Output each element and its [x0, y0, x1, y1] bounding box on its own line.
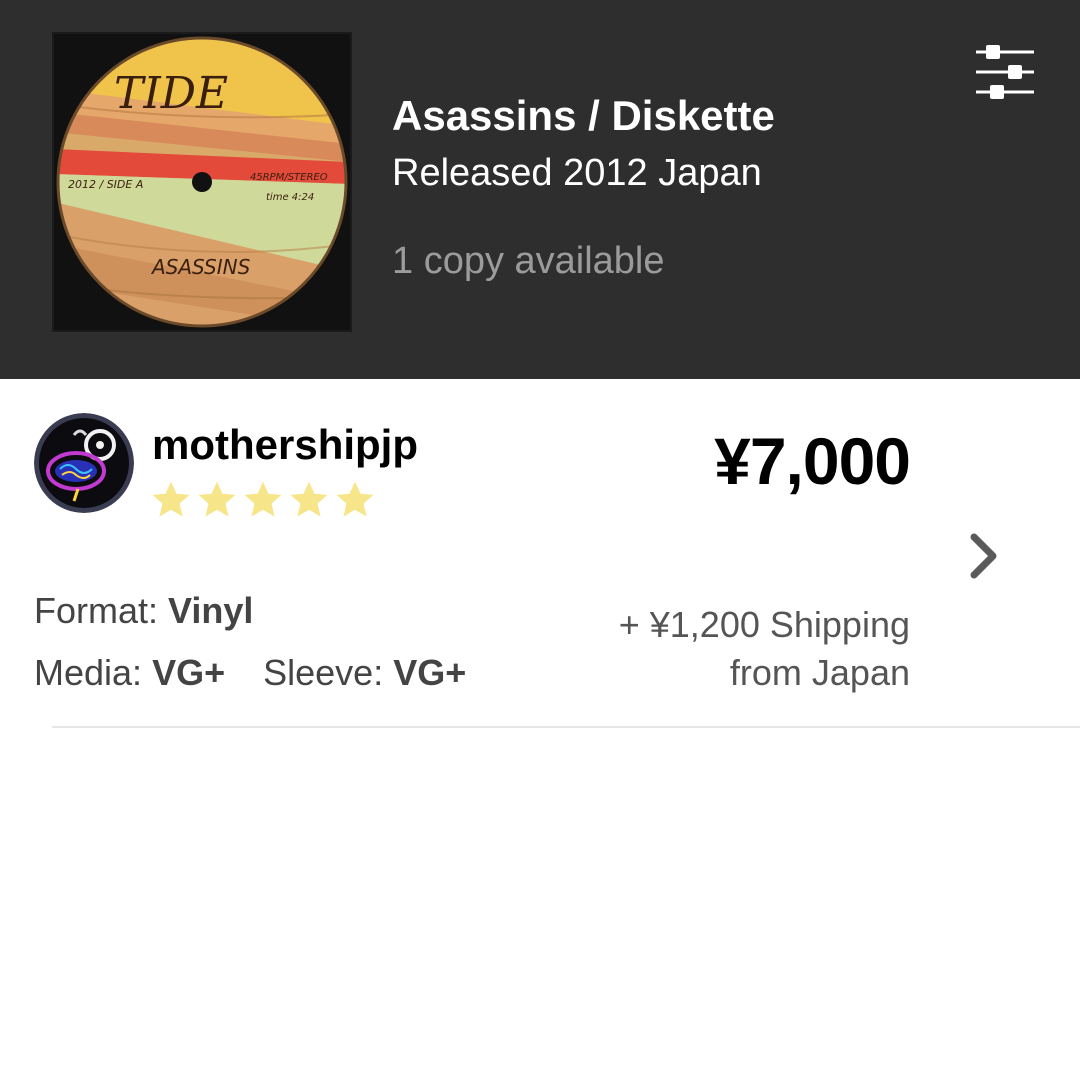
listing-row[interactable]: mothershipjp ¥7,000 Format: Vinyl Media:… [0, 379, 1080, 729]
album-cover[interactable]: TIDE 2012 / SIDE A 45RPM/STEREO time 4:2… [52, 32, 352, 332]
shipping-info: + ¥1,200 Shipping from Japan [619, 601, 910, 697]
ships-from: from Japan [729, 652, 910, 693]
row-divider [52, 726, 1080, 728]
star-icon [244, 481, 282, 517]
chevron-right-icon [970, 533, 997, 579]
shipping-cost: + ¥1,200 Shipping [618, 604, 910, 645]
seller-logo-icon [34, 413, 134, 513]
seller-name[interactable]: mothershipjp [152, 421, 418, 469]
star-icon [336, 481, 374, 517]
condition-line: Media: VG+ Sleeve: VG+ [34, 652, 466, 694]
star-icon [290, 481, 328, 517]
format-label: Format: [34, 590, 159, 631]
sliders-icon [976, 45, 1034, 99]
cover-track-text: ASASSINS [150, 255, 251, 279]
star-icon [198, 481, 236, 517]
cover-time-text: time 4:24 [266, 192, 314, 203]
star-icon [152, 481, 190, 517]
media-grade: VG+ [152, 652, 226, 693]
release-title[interactable]: Asassins / Diskette [392, 92, 775, 140]
seller-avatar[interactable] [34, 413, 134, 513]
format-line: Format: Vinyl [34, 590, 253, 632]
cover-side-text: 2012 / SIDE A [68, 178, 143, 191]
release-info: Released 2012 Japan [392, 152, 762, 194]
filter-button[interactable] [970, 42, 1040, 102]
release-header: TIDE 2012 / SIDE A 45RPM/STEREO time 4:2… [0, 0, 1080, 379]
seller-rating [150, 479, 376, 521]
media-label: Media: [34, 652, 143, 693]
cover-brand-text: TIDE [114, 68, 228, 119]
cover-rpm-text: 45RPM/STEREO [250, 172, 328, 183]
sleeve-label: Sleeve: [263, 652, 384, 693]
vinyl-label-art: TIDE 2012 / SIDE A 45RPM/STEREO time 4:2… [54, 34, 350, 330]
availability-text: 1 copy available [392, 240, 665, 282]
sleeve-grade: VG+ [393, 652, 467, 693]
format-value: Vinyl [168, 590, 254, 631]
open-listing-button[interactable] [962, 529, 1006, 583]
item-price: ¥7,000 [714, 424, 911, 498]
